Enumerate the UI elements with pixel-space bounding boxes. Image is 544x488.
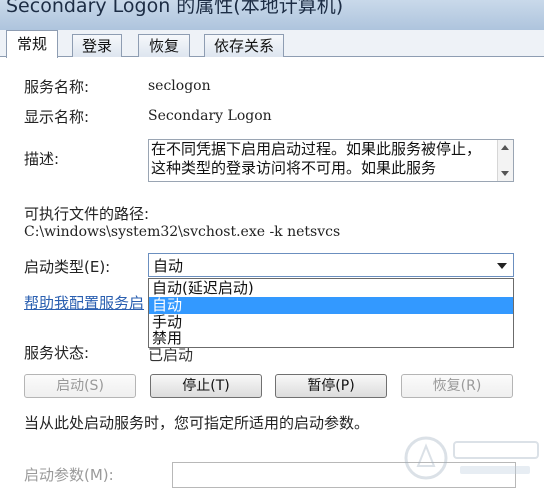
description-text: 在不同凭据下启用启动过程。如果此服务被停止，这种类型的登录访问将不可用。如果此服… — [151, 140, 482, 177]
resume-button[interactable]: 恢复(R) — [401, 374, 513, 398]
option-disabled[interactable]: 禁用 — [149, 330, 513, 347]
scroll-up-icon[interactable] — [501, 145, 509, 150]
tab-general[interactable]: 常规 — [6, 30, 58, 58]
option-manual[interactable]: 手动 — [149, 314, 513, 331]
display-name-value: Secondary Logon — [148, 108, 272, 124]
chevron-down-icon[interactable] — [497, 263, 507, 269]
help-config-link[interactable]: 帮助我配置服务启 — [24, 292, 144, 313]
option-auto[interactable]: 自动 — [149, 297, 513, 314]
service-name-value: seclogon — [148, 78, 211, 94]
tab-recovery[interactable]: 恢复 — [138, 34, 190, 57]
params-hint: 当从此处启动服务时，您可指定所适用的启动参数。 — [24, 414, 370, 432]
status-label: 服务状态: — [24, 344, 90, 362]
startup-type-label: 启动类型(E): — [24, 258, 111, 276]
tab-logon[interactable]: 登录 — [72, 34, 122, 57]
title-bar: Secondary Logon 的属性(本地计算机) — [0, 0, 544, 30]
exe-path-label: 可执行文件的路径: — [24, 205, 150, 223]
stop-button[interactable]: 停止(T) — [150, 374, 262, 398]
startup-type-dropdown: 自动(延迟启动) 自动 手动 禁用 — [148, 278, 514, 348]
description-label: 描述: — [24, 150, 60, 168]
start-button[interactable]: 启动(S) — [24, 374, 136, 398]
description-box[interactable]: 在不同凭据下启用启动过程。如果此服务被停止，这种类型的登录访问将不可用。如果此服… — [148, 139, 514, 182]
exe-path-value: C:\windows\system32\svchost.exe -k netsv… — [24, 224, 341, 240]
params-label: 启动参数(M): — [24, 466, 114, 484]
display-name-label: 显示名称: — [24, 108, 90, 126]
scroll-down-icon[interactable] — [501, 171, 509, 176]
description-scrollbar[interactable] — [497, 140, 513, 181]
startup-type-select[interactable]: 自动 — [148, 253, 514, 277]
startup-type-value: 自动 — [153, 257, 184, 275]
window-title: Secondary Logon 的属性(本地计算机) — [6, 0, 344, 17]
option-auto-delayed[interactable]: 自动(延迟启动) — [149, 280, 513, 297]
tab-dependencies[interactable]: 依存关系 — [204, 34, 284, 57]
tab-strip: 常规 登录 恢复 依存关系 — [0, 30, 544, 58]
service-name-label: 服务名称: — [24, 78, 90, 96]
pause-button[interactable]: 暂停(P) — [275, 374, 387, 398]
watermark-logo-icon — [404, 436, 539, 480]
